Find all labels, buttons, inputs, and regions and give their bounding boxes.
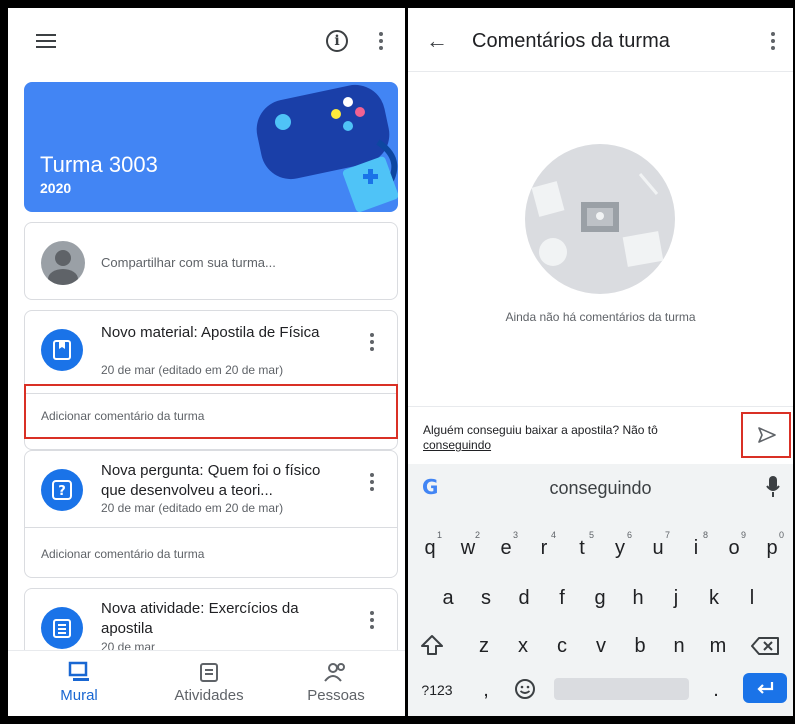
key-g[interactable]: g [582, 578, 618, 618]
question-icon: ? [41, 469, 83, 511]
post-card[interactable]: ? Nova pergunta: Quem foi o físico que d… [24, 450, 398, 578]
key-y[interactable]: y6 [602, 528, 638, 568]
key-m[interactable]: m [700, 626, 736, 666]
symbols-key[interactable]: ?123 [414, 670, 460, 710]
more-options-icon[interactable] [770, 32, 776, 53]
assignment-icon [41, 607, 83, 649]
key-j[interactable]: j [658, 578, 694, 618]
nav-classwork[interactable]: Atividades [154, 661, 264, 704]
key-x[interactable]: x [505, 626, 541, 666]
key-f[interactable]: f [544, 578, 580, 618]
key-r[interactable]: r4 [526, 528, 562, 568]
microphone-icon[interactable] [766, 476, 780, 498]
info-icon[interactable]: i [326, 30, 348, 52]
emoji-icon[interactable] [514, 678, 536, 700]
bottom-navigation: Mural Atividades Pessoas [8, 650, 405, 716]
share-with-class-card[interactable]: Compartilhar com sua turma... [24, 222, 398, 300]
key-a[interactable]: a [430, 578, 466, 618]
onscreen-keyboard: G conseguindo q1w2e3r4t5y6u7i8o9p0 asdfg… [408, 464, 793, 716]
key-b[interactable]: b [622, 626, 658, 666]
key-p[interactable]: p0 [754, 528, 790, 568]
people-icon [324, 663, 345, 682]
class-name: Turma 3003 [40, 152, 158, 177]
class-banner[interactable]: Turma 3003 2020 [24, 82, 398, 212]
key-e[interactable]: e3 [488, 528, 524, 568]
key-v[interactable]: v [583, 626, 619, 666]
key-t[interactable]: t5 [564, 528, 600, 568]
key-w[interactable]: w2 [450, 528, 486, 568]
back-arrow-icon[interactable]: ← [426, 28, 448, 54]
send-icon [758, 427, 776, 443]
word-suggestion[interactable]: conseguindo [408, 478, 793, 499]
gamepad-illustration-icon [256, 84, 398, 212]
suggestion-bar: G conseguindo [408, 464, 793, 508]
page-title: Comentários da turma [472, 30, 670, 52]
post-more-icon[interactable] [369, 333, 375, 354]
key-l[interactable]: l [734, 578, 770, 618]
key-d[interactable]: d [506, 578, 542, 618]
key-i[interactable]: i8 [678, 528, 714, 568]
comma-key[interactable]: , [468, 670, 504, 710]
classwork-icon [200, 663, 218, 682]
enter-icon [757, 682, 774, 694]
comment-compose-bar: Alguém conseguiu baixar a apostila? Não … [408, 406, 793, 462]
key-s[interactable]: s [468, 578, 504, 618]
avatar [41, 241, 85, 285]
top-app-bar: ← Comentários da turma [408, 8, 793, 72]
post-title: Nova atividade: Exercícios da apostila [101, 600, 299, 637]
comment-input[interactable]: Alguém conseguiu baixar a apostila? Não … [423, 423, 723, 453]
empty-state-text: Ainda não há comentários da turma [505, 310, 696, 324]
key-u[interactable]: u7 [640, 528, 676, 568]
backspace-icon[interactable] [750, 636, 780, 656]
menu-icon[interactable] [36, 34, 56, 48]
share-placeholder: Compartilhar com sua turma... [101, 255, 276, 270]
post-more-icon[interactable] [369, 611, 375, 632]
svg-text:?: ? [58, 484, 66, 499]
shift-icon[interactable] [420, 634, 444, 656]
book-icon [41, 329, 83, 371]
send-button[interactable] [741, 412, 791, 458]
space-key[interactable] [554, 678, 689, 700]
period-key[interactable]: . [698, 670, 734, 710]
key-k[interactable]: k [696, 578, 732, 618]
empty-comments-illustration [525, 144, 675, 294]
enter-key[interactable] [743, 673, 787, 703]
key-n[interactable]: n [661, 626, 697, 666]
class-comments-screen: ← Comentários da turma Ainda não há come… [408, 8, 793, 716]
class-section: 2020 [40, 180, 72, 196]
key-q[interactable]: q1 [412, 528, 448, 568]
more-options-icon[interactable] [378, 32, 384, 53]
nav-stream[interactable]: Mural [24, 661, 134, 704]
post-more-icon[interactable] [369, 473, 375, 494]
highlight-box [24, 384, 398, 439]
post-title: Novo material: Apostila de Física [101, 324, 320, 341]
key-c[interactable]: c [544, 626, 580, 666]
post-title: Nova pergunta: Quem foi o físico que des… [101, 462, 321, 499]
stream-screen: i Turma 3003 2020 Compartilhar com sua t… [8, 8, 405, 716]
nav-people[interactable]: Pessoas [281, 661, 391, 704]
add-class-comment-link[interactable]: Adicionar comentário da turma [41, 547, 204, 561]
top-app-bar: i [8, 8, 405, 72]
key-h[interactable]: h [620, 578, 656, 618]
key-z[interactable]: z [466, 626, 502, 666]
stream-icon [68, 661, 89, 681]
key-o[interactable]: o9 [716, 528, 752, 568]
post-date: 20 de mar (editado em 20 de mar) [101, 363, 284, 377]
post-date: 20 de mar (editado em 20 de mar) [101, 501, 284, 515]
